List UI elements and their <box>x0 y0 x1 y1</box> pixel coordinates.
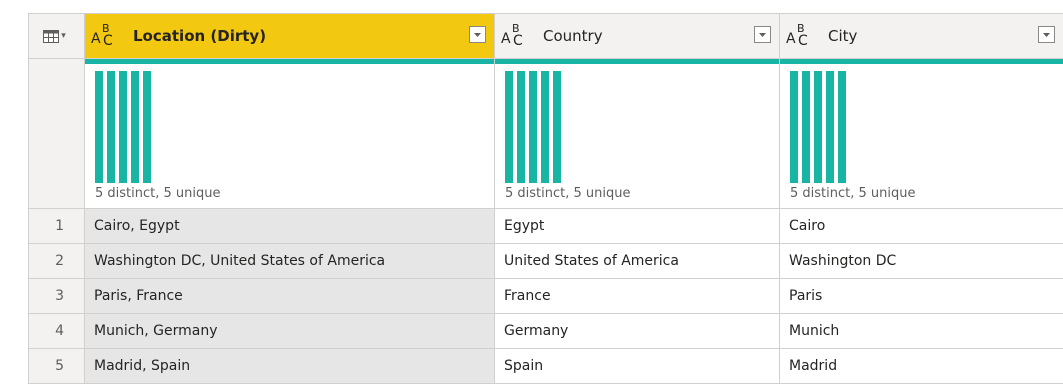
histogram-bar[interactable] <box>790 71 798 183</box>
column-distribution[interactable]: 5 distinct, 5 unique <box>495 64 780 209</box>
table-row[interactable]: 3 Paris, France France Paris <box>29 279 1063 314</box>
cell-country[interactable]: Egypt <box>495 209 780 244</box>
column-distribution[interactable]: 5 distinct, 5 unique <box>85 64 495 209</box>
cell-country[interactable]: United States of America <box>495 244 780 279</box>
column-name: City <box>828 27 858 45</box>
row-number[interactable]: 2 <box>29 244 85 279</box>
cell-country[interactable]: Germany <box>495 314 780 349</box>
column-profile-row: 5 distinct, 5 unique 5 distinct, 5 uniqu… <box>29 64 1063 209</box>
distinct-unique-count: 5 distinct, 5 unique <box>505 186 631 201</box>
header-row: ▾ A B C Location (Dirty) A B C Country A… <box>29 14 1063 59</box>
histogram-bar[interactable] <box>802 71 810 183</box>
column-name: Country <box>543 27 603 45</box>
column-header-city[interactable]: A B C City <box>780 14 1063 59</box>
column-filter-dropdown-button[interactable] <box>754 26 771 43</box>
table-row[interactable]: 4 Munich, Germany Germany Munich <box>29 314 1063 349</box>
histogram-bar[interactable] <box>107 71 115 183</box>
histogram-bar[interactable] <box>529 71 537 183</box>
cell-city[interactable]: Madrid <box>780 349 1063 384</box>
histogram-bar[interactable] <box>814 71 822 183</box>
cell-location[interactable]: Munich, Germany <box>85 314 495 349</box>
cell-country[interactable]: Spain <box>495 349 780 384</box>
histogram-bar[interactable] <box>119 71 127 183</box>
distinct-unique-count: 5 distinct, 5 unique <box>95 186 221 201</box>
text-type-icon[interactable]: A B C <box>91 23 129 48</box>
histogram-bar[interactable] <box>505 71 513 183</box>
table-row[interactable]: 2 Washington DC, United States of Americ… <box>29 244 1063 279</box>
distinct-unique-count: 5 distinct, 5 unique <box>790 186 916 201</box>
table-icon <box>43 29 60 43</box>
cell-location[interactable]: Washington DC, United States of America <box>85 244 495 279</box>
data-grid: ▾ A B C Location (Dirty) A B C Country A… <box>28 13 1063 384</box>
text-type-icon[interactable]: A B C <box>501 23 539 48</box>
text-type-icon[interactable]: A B C <box>786 23 824 48</box>
cell-city[interactable]: Munich <box>780 314 1063 349</box>
profile-spacer <box>29 64 85 209</box>
histogram-bar[interactable] <box>826 71 834 183</box>
row-number[interactable]: 3 <box>29 279 85 314</box>
histogram-bar[interactable] <box>553 71 561 183</box>
histogram-bar[interactable] <box>143 71 151 183</box>
histogram-bar[interactable] <box>838 71 846 183</box>
column-filter-dropdown-button[interactable] <box>469 26 486 43</box>
column-distribution[interactable]: 5 distinct, 5 unique <box>780 64 1063 209</box>
column-header-country[interactable]: A B C Country <box>495 14 780 59</box>
cell-country[interactable]: France <box>495 279 780 314</box>
column-header-location-dirty[interactable]: A B C Location (Dirty) <box>85 14 495 59</box>
cell-location[interactable]: Cairo, Egypt <box>85 209 495 244</box>
histogram-bar[interactable] <box>131 71 139 183</box>
cell-location[interactable]: Paris, France <box>85 279 495 314</box>
chevron-down-icon <box>1043 32 1050 37</box>
cell-city[interactable]: Paris <box>780 279 1063 314</box>
table-row[interactable]: 5 Madrid, Spain Spain Madrid <box>29 349 1063 384</box>
table-menu-button[interactable]: ▾ <box>29 14 85 59</box>
histogram-bar[interactable] <box>541 71 549 183</box>
table-row[interactable]: 1 Cairo, Egypt Egypt Cairo <box>29 209 1063 244</box>
chevron-down-icon <box>759 32 766 37</box>
cell-location[interactable]: Madrid, Spain <box>85 349 495 384</box>
histogram-bar[interactable] <box>95 71 103 183</box>
chevron-down-icon <box>474 32 481 37</box>
row-number[interactable]: 1 <box>29 209 85 244</box>
column-name: Location (Dirty) <box>133 27 267 45</box>
column-filter-dropdown-button[interactable] <box>1038 26 1055 43</box>
histogram-bar[interactable] <box>517 71 525 183</box>
row-number[interactable]: 5 <box>29 349 85 384</box>
cell-city[interactable]: Cairo <box>780 209 1063 244</box>
row-number[interactable]: 4 <box>29 314 85 349</box>
chevron-down-icon: ▾ <box>61 31 66 41</box>
cell-city[interactable]: Washington DC <box>780 244 1063 279</box>
